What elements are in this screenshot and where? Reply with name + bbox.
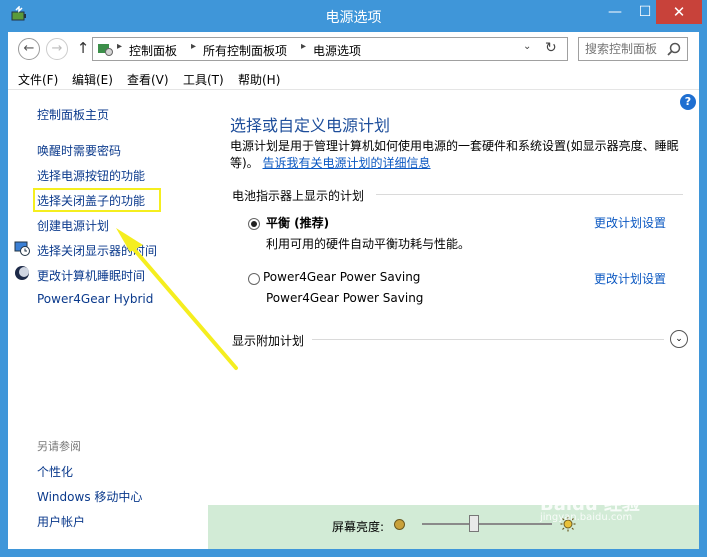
breadcrumb-separator: ▸ [117,41,123,52]
breadcrumb-separator: ▸ [301,41,307,52]
see-also-heading: 另请参阅 [37,440,81,453]
page-title: 选择或自定义电源计划 [230,116,391,135]
help-icon[interactable]: ? [680,94,696,110]
page-description: 电源计划是用于管理计算机如何使用电源的一套硬件和系统设置(如显示器亮度、睡眠等)… [230,138,692,172]
sidebar-item-create-plan[interactable]: 创建电源计划 [37,217,109,234]
window-frame: 电源选项 — ☐ ✕ ← → ↑ ▸ 控制面板 ▸ 所有控制面板项 ▸ 电源选项… [0,0,707,557]
moon-icon [15,266,29,280]
watermark-logo: Baidu 经验 jingyan.baidu.com [540,490,670,530]
change-plan-settings-link[interactable]: 更改计划设置 [594,214,666,231]
watermark-url: jingyan.baidu.com [540,512,633,523]
brightness-label: 屏幕亮度: [332,520,385,534]
sidebar-item-power4gear[interactable]: Power4Gear Hybrid [37,292,153,306]
control-panel-icon [98,44,113,56]
search-box[interactable] [578,37,688,61]
menu-view[interactable]: 查看(V) [127,71,169,88]
navigation-bar: ← → ↑ ▸ 控制面板 ▸ 所有控制面板项 ▸ 电源选项 ⌄ ↻ [8,32,699,68]
clock-icon [14,241,30,256]
breadcrumb-control-panel[interactable]: 控制面板 [129,42,177,59]
change-plan-settings-link[interactable]: 更改计划设置 [594,270,666,287]
sidebar-item-sleep-time[interactable]: 更改计算机睡眠时间 [37,267,145,284]
dim-sun-icon [394,519,405,530]
sidebar-home[interactable]: 控制面板主页 [37,106,109,123]
plan-desc-balanced: 利用可用的硬件自动平衡功耗与性能。 [266,237,471,251]
plan-desc-power-saving: Power4Gear Power Saving [266,291,424,305]
brightness-slider-thumb[interactable] [469,515,479,532]
breadcrumb-power-options[interactable]: 电源选项 [313,42,361,59]
expand-chevron-button[interactable]: ⌄ [670,330,688,348]
plan-radio-power-saving[interactable] [248,273,260,285]
menu-bar: 文件(F) 编辑(E) 查看(V) 工具(T) 帮助(H) [8,68,699,90]
up-button[interactable]: ↑ [72,38,94,60]
menu-file[interactable]: 文件(F) [18,71,58,88]
breadcrumb-separator: ▸ [191,41,197,52]
sidebar-item-power-button[interactable]: 选择电源按钮的功能 [37,167,145,184]
chevron-down-icon[interactable]: ⌄ [523,41,531,52]
plan-name-balanced[interactable]: 平衡 (推荐) [266,214,329,231]
search-input[interactable] [585,42,665,56]
divider [312,339,664,340]
see-also-mobility-center[interactable]: Windows 移动中心 [37,488,142,505]
divider [376,194,683,195]
menu-tools[interactable]: 工具(T) [183,71,224,88]
address-bar[interactable]: ▸ 控制面板 ▸ 所有控制面板项 ▸ 电源选项 ⌄ ↻ [92,37,568,61]
see-also-user-accounts[interactable]: 用户帐户 [37,513,85,530]
sidebar-item-display-time[interactable]: 选择关闭显示器的时间 [37,242,157,259]
plan-radio-balanced[interactable] [248,218,260,230]
title-bar[interactable]: 电源选项 — ☐ ✕ [0,0,707,32]
annotation-highlight-box [33,188,161,212]
search-icon[interactable] [667,42,681,56]
refresh-button[interactable]: ↻ [545,40,557,56]
window-client: ← → ↑ ▸ 控制面板 ▸ 所有控制面板项 ▸ 电源选项 ⌄ ↻ 搜索控制面板… [8,32,699,549]
learn-more-link[interactable]: 告诉我有关电源计划的详细信息 [263,156,431,170]
sidebar-item-wake-password[interactable]: 唤醒时需要密码 [37,142,121,159]
close-button[interactable]: ✕ [656,0,702,24]
section-battery-heading: 电池指示器上显示的计划 [232,189,365,203]
menu-help[interactable]: 帮助(H) [238,71,280,88]
brightness-slider[interactable] [422,523,552,525]
radio-selected-dot [251,221,257,227]
menu-edit[interactable]: 编辑(E) [72,71,113,88]
minimize-button[interactable]: — [600,0,630,24]
section-additional-plans[interactable]: 显示附加计划 [232,332,304,349]
forward-button[interactable]: → [46,38,68,60]
breadcrumb-all-items[interactable]: 所有控制面板项 [203,42,287,59]
back-button[interactable]: ← [18,38,40,60]
plan-name-power-saving[interactable]: Power4Gear Power Saving [263,270,420,284]
see-also-personalization[interactable]: 个性化 [37,463,73,480]
